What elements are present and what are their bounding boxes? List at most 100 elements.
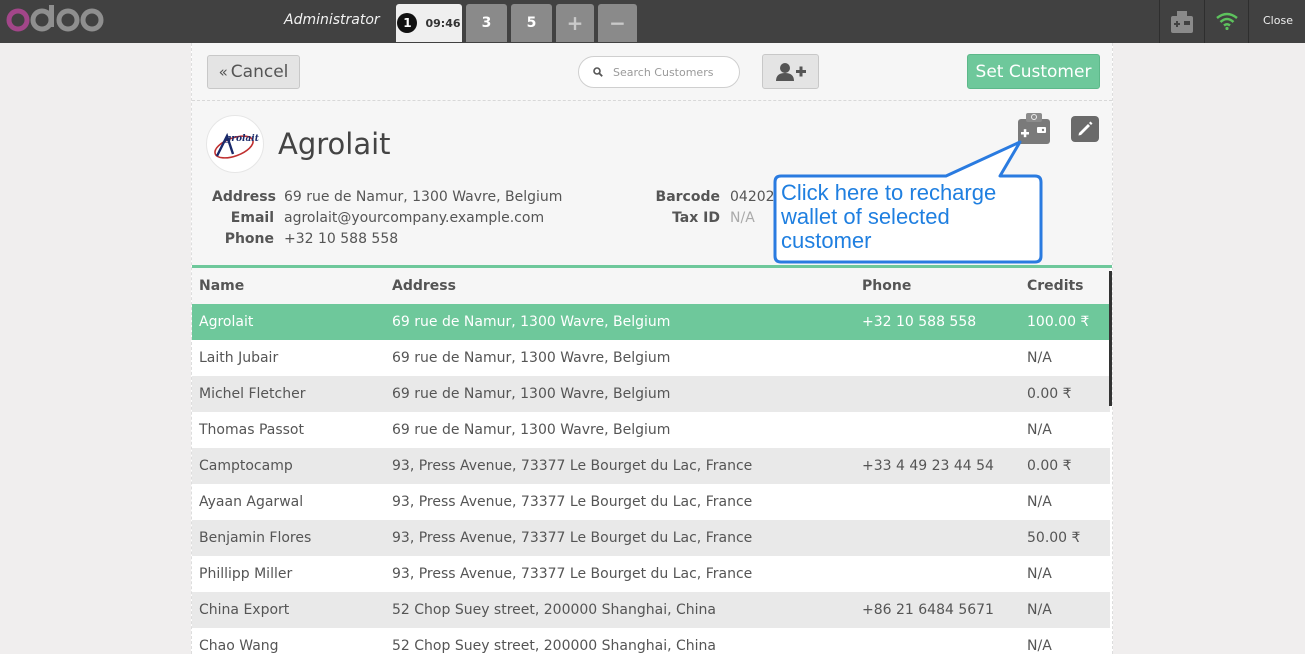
customer-name-cell: China Export (199, 602, 290, 618)
customer-credits-cell: N/A (1027, 350, 1052, 366)
topbar-divider (1248, 0, 1249, 43)
customer-address-cell: 93, Press Avenue, 73377 Le Bourget du La… (392, 458, 753, 474)
add-order-button[interactable]: + (556, 4, 594, 42)
address-value: 69 rue de Namur, 1300 Wavre, Belgium (284, 189, 563, 205)
pencil-icon (1078, 121, 1093, 136)
customer-name-cell: Agrolait (199, 314, 254, 330)
customer-address-cell: 93, Press Avenue, 73377 Le Bourget du La… (392, 566, 753, 582)
customer-name-cell: Thomas Passot (199, 422, 304, 438)
barcode-value: 04202 (730, 189, 775, 205)
customer-name-cell: Laith Jubair (199, 350, 279, 366)
proxy-device-icon[interactable] (1170, 10, 1194, 38)
customer-address-cell: 93, Press Avenue, 73377 Le Bourget du La… (392, 494, 753, 510)
customer-credits-cell: 100.00 ₹ (1027, 314, 1090, 330)
customer-credits-cell: N/A (1027, 494, 1052, 510)
customer-credits-cell: 50.00 ₹ (1027, 530, 1081, 546)
order-tab-5[interactable]: 5 (511, 4, 552, 42)
list-scrollbar[interactable] (1109, 271, 1112, 406)
customer-name-cell: Phillipp Miller (199, 566, 293, 582)
customer-row[interactable]: Phillipp Miller 93, Press Avenue, 73377 L… (192, 556, 1110, 592)
order-number-badge: 1 (397, 13, 418, 33)
phone-label: Phone (224, 231, 274, 247)
cancel-label: Cancel (230, 62, 289, 82)
customer-name-cell: Benjamin Flores (199, 530, 312, 546)
double-chevron-left-icon: « (218, 63, 228, 81)
search-customers-input[interactable]: Search Customers (578, 56, 740, 88)
customer-name-cell: Camptocamp (199, 458, 293, 474)
order-tab-3[interactable]: 3 (466, 4, 507, 42)
close-button[interactable]: Close (1263, 14, 1293, 27)
customer-row[interactable]: Benjamin Flores 93, Press Avenue, 73377 L… (192, 520, 1110, 556)
odoo-logo-icon (6, 5, 104, 32)
topbar-divider (1159, 0, 1160, 43)
customer-row-selected[interactable]: Agrolait 69 rue de Namur, 1300 Wavre, Bel… (192, 304, 1110, 340)
customer-phone-cell: +33 4 49 23 44 54 (862, 458, 994, 474)
header-address: Address (392, 278, 456, 294)
header-credits: Credits (1027, 278, 1084, 294)
header-name: Name (199, 278, 245, 294)
minus-icon: − (609, 11, 626, 35)
recharge-wallet-button[interactable] (1017, 111, 1051, 149)
order-number: 3 (481, 15, 492, 31)
customer-row[interactable]: Ayaan Agarwal 93, Press Avenue, 73377 Le … (192, 484, 1110, 520)
customer-row[interactable]: Laith Jubair 69 rue de Namur, 1300 Wavre,… (192, 340, 1110, 376)
customer-name-cell: Michel Fletcher (199, 386, 306, 402)
edit-customer-button[interactable] (1071, 116, 1099, 142)
add-customer-button[interactable] (762, 54, 819, 89)
customer-logo: grolait (206, 115, 264, 173)
svg-text:grolait: grolait (225, 134, 260, 144)
user-plus-icon (775, 62, 806, 81)
pos-topbar: Administrator 1 09:46 3 5 + − Close (0, 0, 1305, 43)
wallet-recharge-icon (1018, 113, 1050, 144)
customer-phone-cell: +32 10 588 558 (862, 314, 977, 330)
customer-address-cell: 69 rue de Namur, 1300 Wavre, Belgium (392, 422, 671, 438)
customer-name-cell: Ayaan Agarwal (199, 494, 304, 510)
customer-credits-cell: N/A (1027, 566, 1052, 582)
customer-row[interactable]: Michel Fletcher 69 rue de Namur, 1300 Wav… (192, 376, 1110, 412)
odoo-logo (6, 4, 106, 36)
client-screen: « Cancel Search Customers Set Customer g… (191, 43, 1113, 654)
topbar-divider (1204, 0, 1205, 43)
customer-row[interactable]: Chao Wang 52 Chop Suey street, 200000 Sha… (192, 628, 1110, 654)
customer-name-cell: Chao Wang (199, 638, 279, 654)
address-label: Address (212, 189, 276, 205)
phone-value: +32 10 588 558 (284, 231, 399, 247)
customer-row[interactable]: Camptocamp 93, Press Avenue, 73377 Le Bou… (192, 448, 1110, 484)
customer-credits-cell: N/A (1027, 638, 1052, 654)
customer-list-header: Name Address Phone Credits (192, 268, 1110, 304)
wifi-icon[interactable] (1216, 12, 1238, 34)
callout-text: Click here to recharge wallet of selecte… (781, 180, 997, 253)
customer-name: Agrolait (278, 127, 391, 161)
email-value: agrolait@yourcompany.example.com (284, 210, 545, 226)
set-customer-button[interactable]: Set Customer (967, 54, 1100, 89)
customer-credits-cell: N/A (1027, 422, 1052, 438)
taxid-label: Tax ID (672, 210, 720, 226)
client-controls: « Cancel Search Customers Set Customer (192, 43, 1112, 101)
customer-phone-cell: +86 21 6484 5671 (862, 602, 994, 618)
header-phone: Phone (862, 278, 912, 294)
taxid-value: N/A (730, 210, 755, 226)
customer-credits-cell: N/A (1027, 602, 1052, 618)
order-number: 5 (526, 15, 537, 31)
order-tab-1[interactable]: 1 09:46 (396, 4, 462, 42)
customer-address-cell: 69 rue de Namur, 1300 Wavre, Belgium (392, 386, 671, 402)
customer-row[interactable]: China Export 52 Chop Suey street, 200000 … (192, 592, 1110, 628)
email-label: Email (230, 210, 274, 226)
cashier-name[interactable]: Administrator (284, 12, 380, 28)
customer-address-cell: 52 Chop Suey street, 200000 Shanghai, Ch… (392, 638, 716, 654)
remove-order-button[interactable]: − (598, 4, 637, 42)
customer-address-cell: 69 rue de Namur, 1300 Wavre, Belgium (392, 314, 671, 330)
barcode-label: Barcode (655, 189, 720, 205)
customer-address-cell: 69 rue de Namur, 1300 Wavre, Belgium (392, 350, 671, 366)
customer-address-cell: 52 Chop Suey street, 200000 Shanghai, Ch… (392, 602, 716, 618)
customer-row[interactable]: Thomas Passot 69 rue de Namur, 1300 Wavre… (192, 412, 1110, 448)
customer-credits-cell: 0.00 ₹ (1027, 458, 1072, 474)
order-time: 09:46 (425, 16, 461, 30)
customer-list: Name Address Phone Credits Agrolait 69 ru… (192, 265, 1112, 654)
search-icon (593, 67, 603, 77)
customer-credits-cell: 0.00 ₹ (1027, 386, 1072, 402)
customer-address-cell: 93, Press Avenue, 73377 Le Bourget du La… (392, 530, 753, 546)
search-placeholder: Search Customers (613, 65, 714, 79)
cancel-button[interactable]: « Cancel (207, 55, 300, 89)
plus-icon: + (566, 11, 584, 35)
